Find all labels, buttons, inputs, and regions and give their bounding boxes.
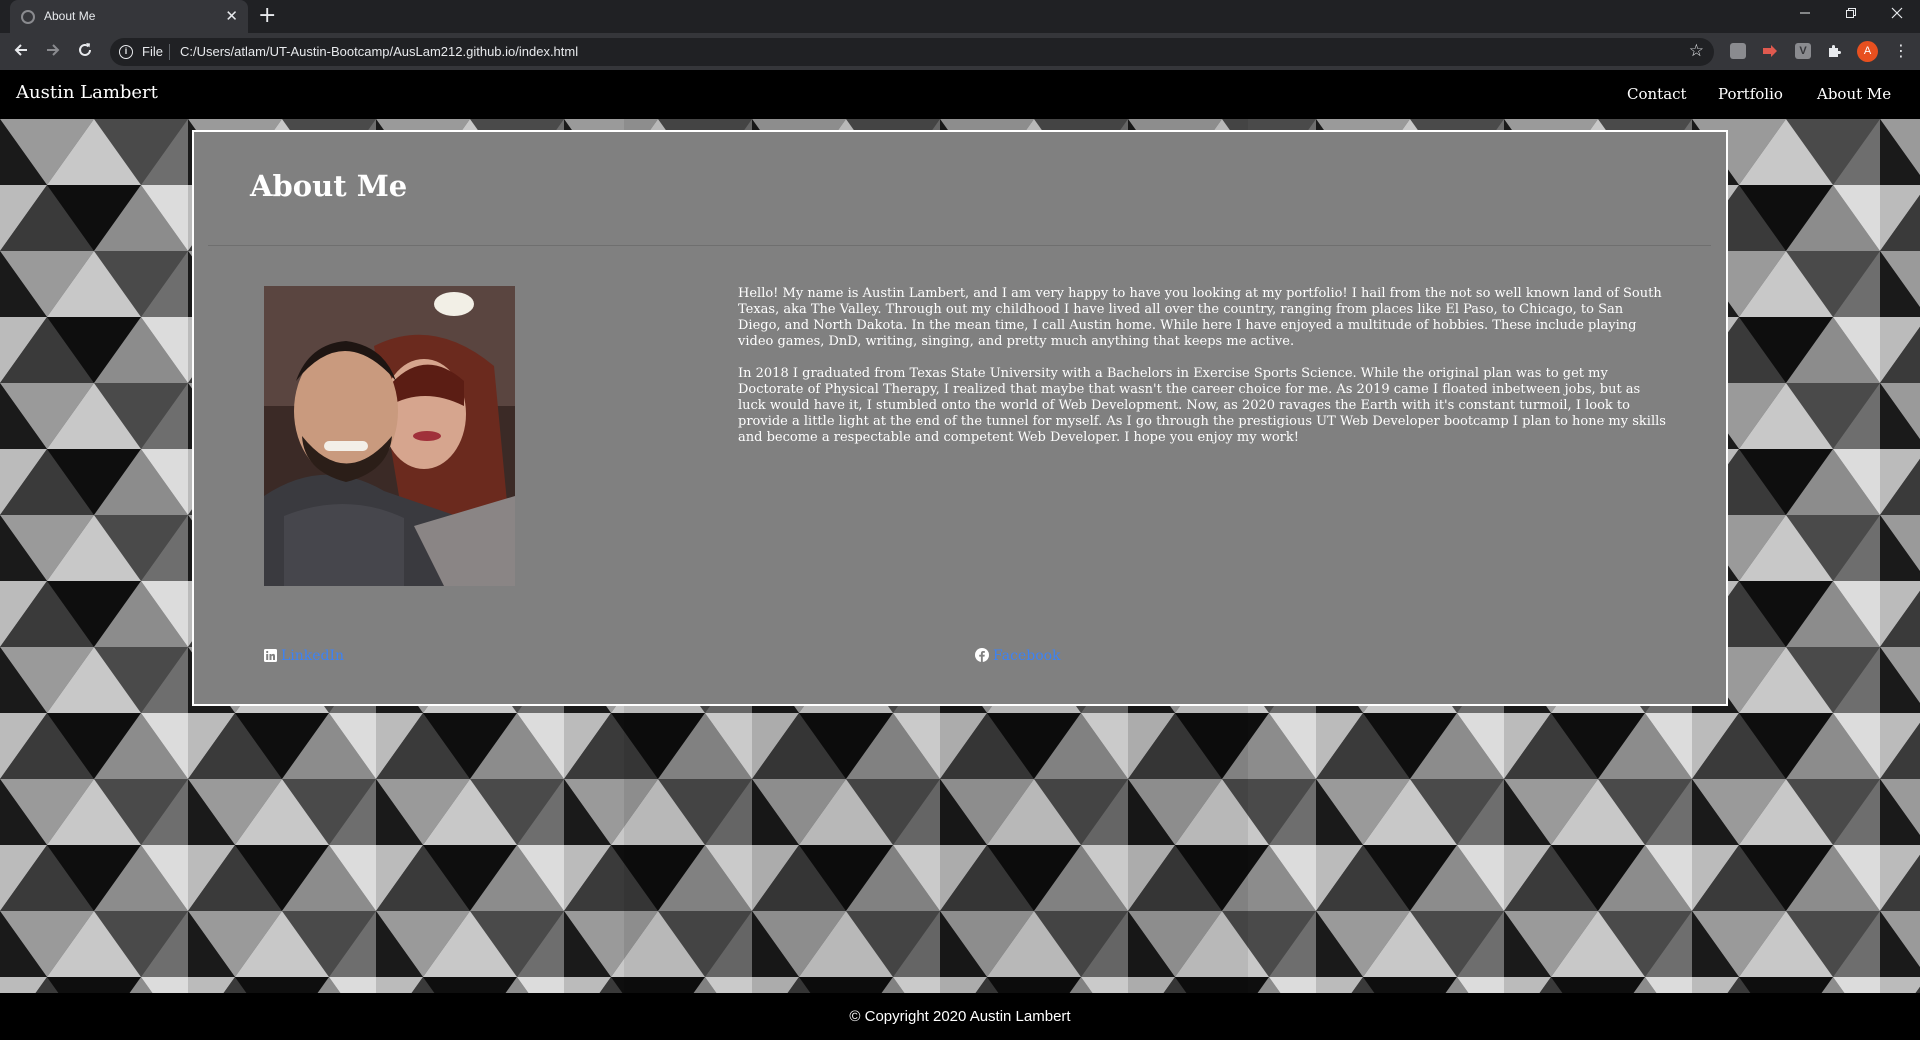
web-page: Austin Lambert Contact Portfolio About M… — [0, 70, 1920, 1040]
puzzle-icon[interactable] — [1826, 43, 1842, 59]
nav-link-about-me[interactable]: About Me — [1817, 85, 1891, 103]
browser-toolbar: i File C:/Users/atlam/UT-Austin-Bootcamp… — [0, 33, 1920, 70]
facebook-label[interactable]: Facebook — [993, 648, 1061, 664]
url-text[interactable]: C:/Users/atlam/UT-Austin-Bootcamp/AusLam… — [180, 44, 578, 59]
address-bar[interactable]: i File C:/Users/atlam/UT-Austin-Bootcamp… — [110, 38, 1714, 66]
omnibox-divider — [169, 44, 170, 60]
profile-avatar[interactable]: A — [1857, 41, 1878, 62]
extension-icon[interactable] — [1730, 43, 1746, 59]
nav-link-contact[interactable]: Contact — [1627, 85, 1687, 103]
extension-arrow-icon[interactable] — [1762, 43, 1778, 59]
globe-icon — [21, 10, 35, 24]
extension-v-icon[interactable]: V — [1795, 43, 1811, 59]
new-tab-button[interactable]: + — [258, 5, 276, 27]
tab-title: About Me — [44, 9, 96, 23]
page-title: About Me — [250, 169, 408, 203]
linkedin-icon — [264, 649, 277, 666]
reload-icon[interactable] — [76, 41, 94, 64]
menu-icon[interactable]: ⋮ — [1893, 41, 1909, 60]
copyright-text: © Copyright 2020 Austin Lambert — [849, 1008, 1071, 1025]
bookmark-star-icon[interactable]: ☆ — [1689, 41, 1704, 61]
close-tab-icon[interactable]: ✕ — [225, 6, 238, 26]
browser-tab-strip: About Me ✕ + — [0, 0, 1920, 33]
site-brand[interactable]: Austin Lambert — [16, 82, 158, 103]
restore-icon[interactable] — [1828, 4, 1874, 26]
scheme-label: File — [142, 44, 163, 59]
nav-link-portfolio[interactable]: Portfolio — [1718, 85, 1783, 103]
site-navbar: Austin Lambert Contact Portfolio About M… — [0, 70, 1920, 119]
info-icon[interactable]: i — [119, 45, 133, 59]
bio-paragraph: Hello! My name is Austin Lambert, and I … — [738, 286, 1662, 349]
bio-paragraph: In 2018 I graduated from Texas State Uni… — [738, 366, 1666, 445]
linkedin-link[interactable]: LinkedIn — [264, 648, 344, 666]
browser-tab[interactable]: About Me ✕ — [10, 0, 248, 33]
site-footer: © Copyright 2020 Austin Lambert — [0, 993, 1920, 1040]
forward-icon[interactable] — [44, 41, 62, 64]
close-window-icon[interactable] — [1874, 4, 1920, 26]
facebook-icon — [975, 648, 989, 666]
bio-text: Hello! My name is Austin Lambert, and I … — [738, 286, 1668, 462]
back-icon[interactable] — [12, 41, 30, 64]
minimize-icon[interactable] — [1782, 4, 1828, 26]
facebook-link[interactable]: Facebook — [975, 648, 1061, 666]
linkedin-label[interactable]: LinkedIn — [281, 648, 344, 664]
profile-photo — [264, 286, 515, 586]
about-card: About Me Hello! My name is Austin Lamber… — [192, 130, 1728, 706]
title-divider — [208, 245, 1711, 246]
